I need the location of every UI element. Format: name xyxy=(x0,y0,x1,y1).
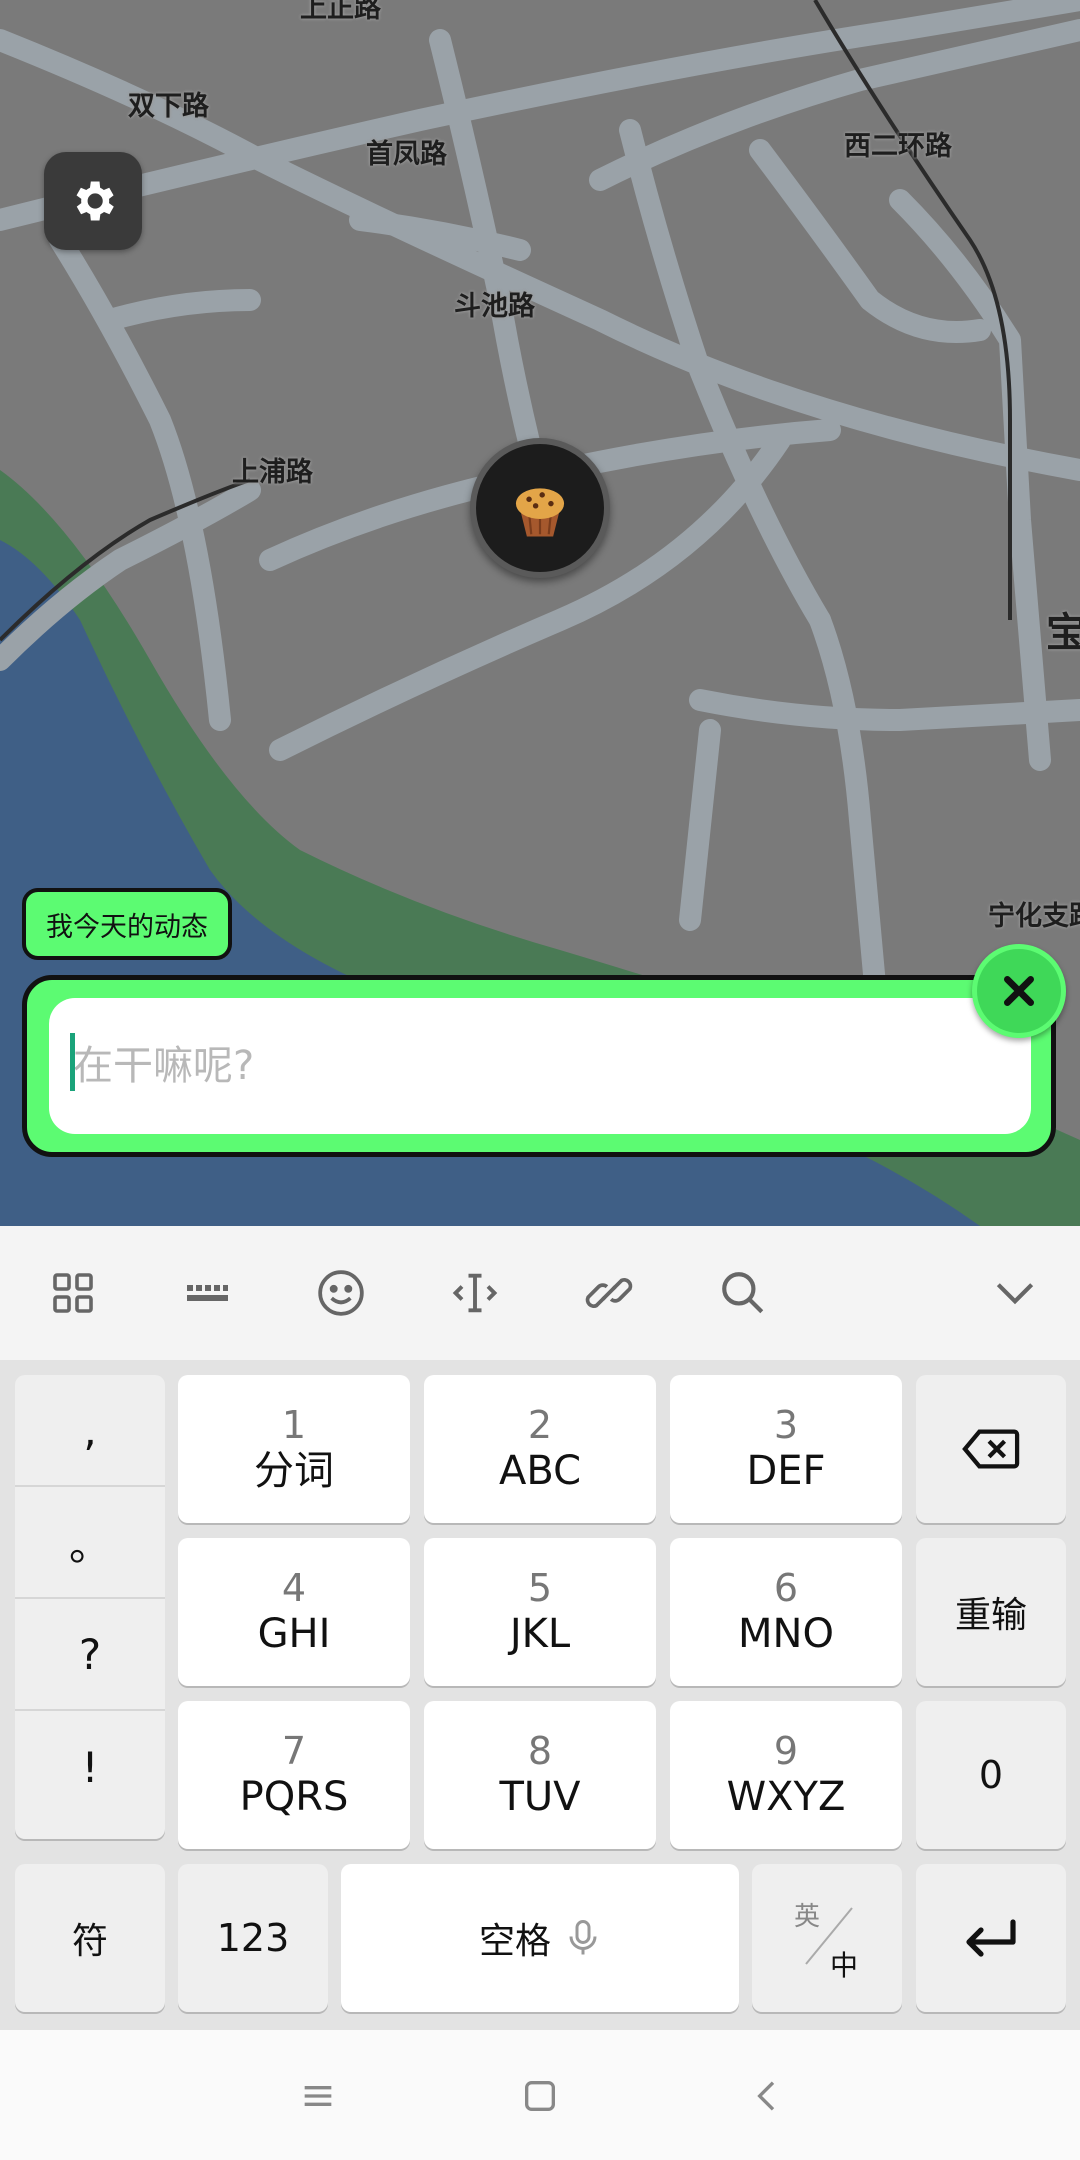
punctuation-column: , 。 ? ! xyxy=(15,1375,165,1839)
key-number: 7 xyxy=(281,1729,307,1773)
zero-key[interactable]: 0 xyxy=(916,1701,1066,1849)
road-label: 首凤路 xyxy=(366,139,447,170)
road-label: 宁化支路 xyxy=(988,901,1080,932)
key-8[interactable]: 8 TUV xyxy=(424,1701,656,1849)
space-label: 空格 xyxy=(478,1921,551,1962)
road-label: 上浦路 xyxy=(232,457,313,488)
key-letters: GHI xyxy=(257,1611,331,1657)
user-marker[interactable] xyxy=(470,438,610,578)
key-number: 9 xyxy=(773,1729,799,1773)
key-number: 3 xyxy=(773,1403,799,1447)
punct-key[interactable]: ! xyxy=(15,1711,165,1823)
system-navigation-bar xyxy=(0,2030,1080,2160)
microphone-icon xyxy=(569,1920,597,1955)
key-3[interactable]: 3 DEF xyxy=(670,1375,902,1523)
space-key[interactable]: 空格 xyxy=(341,1864,739,2012)
road-label: 西二环路 xyxy=(844,131,952,162)
settings-button[interactable] xyxy=(44,152,142,250)
key-4[interactable]: 4 GHI xyxy=(178,1538,410,1686)
key-number: 6 xyxy=(773,1566,799,1610)
road-label: 宝 xyxy=(1046,610,1080,656)
key-letters: PQRS xyxy=(239,1774,349,1820)
key-letters: WXYZ xyxy=(726,1774,846,1820)
key-letters: TUV xyxy=(499,1774,581,1820)
key-letters: ABC xyxy=(498,1448,582,1494)
close-icon xyxy=(1004,976,1034,1006)
key-letters: JKL xyxy=(509,1611,571,1657)
symbol-label: 符 xyxy=(71,1921,108,1962)
key-letters: MNO xyxy=(738,1611,834,1657)
status-input[interactable] xyxy=(49,998,1031,1134)
menu-icon[interactable] xyxy=(290,2068,346,2124)
key-9[interactable]: 9 WXYZ xyxy=(670,1701,902,1849)
keyboard: , 。 ? ! 1 分词 2 ABC 3 DEF 4 GHI 5 JKL 6 M… xyxy=(0,1226,1080,2030)
search-icon[interactable] xyxy=(716,1266,770,1320)
back-icon[interactable] xyxy=(740,2068,796,2124)
symbol-key[interactable]: 符 xyxy=(15,1864,165,2012)
road-label: 上正路 xyxy=(300,0,381,24)
key-6[interactable]: 6 MNO xyxy=(670,1538,902,1686)
punct-key[interactable]: ? xyxy=(15,1599,165,1711)
collapse-icon[interactable] xyxy=(988,1266,1042,1320)
key-number: 4 xyxy=(281,1566,307,1610)
keyboard-icon[interactable] xyxy=(180,1266,234,1320)
close-button[interactable] xyxy=(972,944,1066,1038)
key-5[interactable]: 5 JKL xyxy=(424,1538,656,1686)
emoji-icon[interactable] xyxy=(314,1266,368,1320)
key-1[interactable]: 1 分词 xyxy=(178,1375,410,1523)
today-status-tag[interactable]: 我今天的动态 xyxy=(22,888,232,960)
backspace-icon xyxy=(962,1429,1020,1469)
punct-key[interactable]: 。 xyxy=(15,1487,165,1599)
number-mode-label: 123 xyxy=(216,1916,290,1960)
grid-menu-icon[interactable] xyxy=(46,1266,100,1320)
key-2[interactable]: 2 ABC xyxy=(424,1375,656,1523)
clip-icon[interactable] xyxy=(582,1266,636,1320)
number-mode-key[interactable]: 123 xyxy=(178,1864,328,2012)
keyboard-toolbar xyxy=(0,1226,1080,1360)
cursor-icon[interactable] xyxy=(448,1266,502,1320)
gear-icon xyxy=(76,181,114,221)
backspace-key[interactable] xyxy=(916,1375,1066,1523)
home-icon[interactable] xyxy=(512,2068,568,2124)
road-label: 斗池路 xyxy=(454,291,535,322)
key-number: 1 xyxy=(281,1403,307,1447)
key-7[interactable]: 7 PQRS xyxy=(178,1701,410,1849)
reinput-label: 重输 xyxy=(954,1595,1027,1636)
enter-icon xyxy=(966,1919,1016,1957)
language-switch-key[interactable]: 英 中 xyxy=(752,1864,902,2012)
zero-label: 0 xyxy=(978,1753,1004,1797)
lang-chinese-label: 中 xyxy=(830,1949,859,1982)
key-letters: DEF xyxy=(746,1448,826,1494)
enter-key[interactable] xyxy=(916,1864,1066,2012)
punct-key[interactable]: , xyxy=(15,1375,165,1487)
key-letters: 分词 xyxy=(254,1448,334,1494)
reinput-key[interactable]: 重输 xyxy=(916,1538,1066,1686)
map-view[interactable]: 上正路 双下路 首凤路 西二环路 斗池路 上浦路 宁化支路 宝 我今天的动态 xyxy=(0,0,1080,1226)
key-number: 5 xyxy=(527,1566,553,1610)
road-label: 双下路 xyxy=(128,91,209,122)
key-number: 8 xyxy=(527,1729,553,1773)
status-input-box xyxy=(22,975,1056,1157)
text-caret xyxy=(70,1033,75,1091)
key-number: 2 xyxy=(527,1403,553,1447)
muffin-icon xyxy=(515,488,565,537)
